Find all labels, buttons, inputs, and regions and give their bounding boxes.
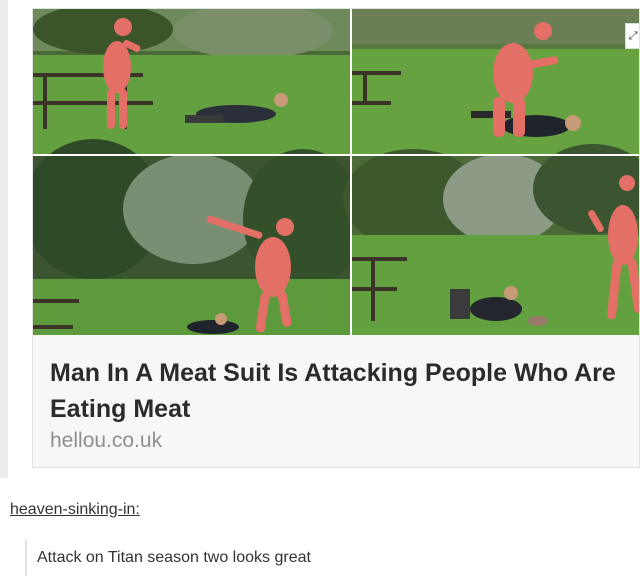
article-headline[interactable]: Man In A Meat Suit Is Attacking People W… <box>50 355 620 427</box>
reblog-comment: Attack on Titan season two looks great <box>25 540 311 576</box>
photo-panel-1 <box>33 9 351 155</box>
article-source: hellou.co.uk <box>50 429 163 452</box>
reblog-comment-text: Attack on Titan season two looks great <box>37 549 311 566</box>
link-card[interactable]: ⤢ Man In A Meat Suit Is Attacking People… <box>32 8 640 468</box>
photo-panel-3 <box>33 139 363 335</box>
photo-panel-4 <box>343 144 639 335</box>
reblog-username-text[interactable]: heaven-sinking-in <box>10 501 135 518</box>
reblog-username-colon: : <box>135 501 140 518</box>
photo-panel-2 <box>351 9 639 155</box>
left-divider <box>0 0 8 478</box>
photo-collage-image <box>33 9 639 335</box>
reblog-username[interactable]: heaven-sinking-in: <box>10 501 140 519</box>
expand-icon[interactable]: ⤢ <box>625 23 639 49</box>
photo-collage[interactable] <box>33 9 639 335</box>
link-caption[interactable]: Man In A Meat Suit Is Attacking People W… <box>33 335 639 467</box>
